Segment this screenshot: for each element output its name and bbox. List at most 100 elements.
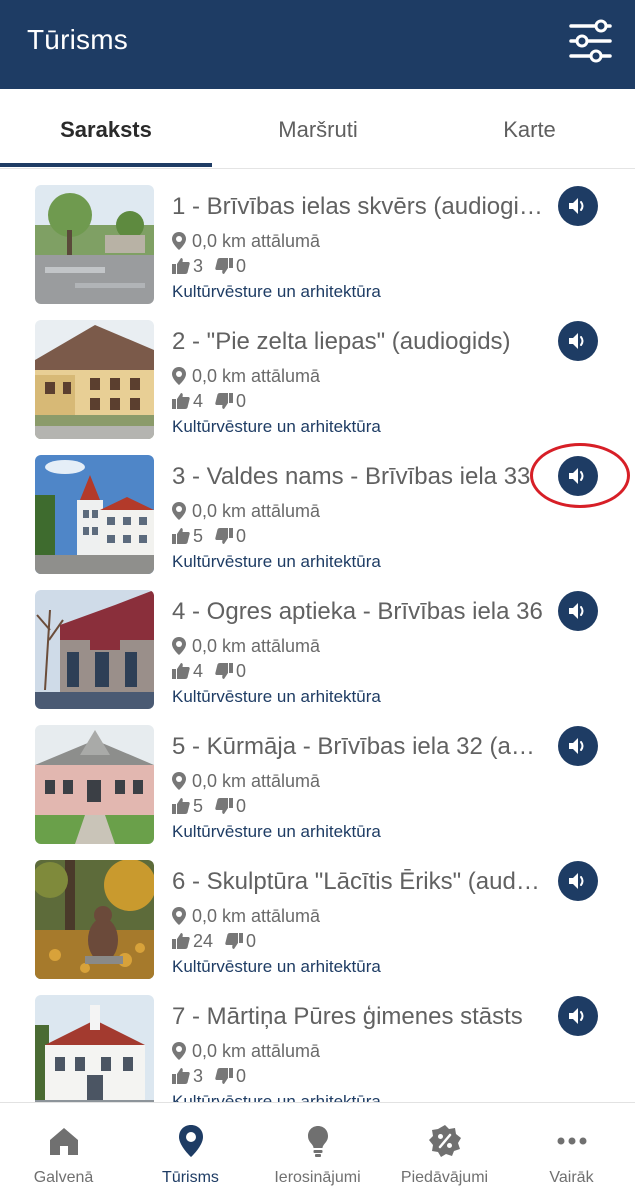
home-icon bbox=[49, 1128, 78, 1155]
item-category: Kultūrvēsture un arhitektūra bbox=[172, 687, 381, 706]
nav-turisms[interactable]: Tūrisms bbox=[127, 1103, 254, 1200]
nav-ierosinajumi[interactable]: Ierosinājumi bbox=[254, 1103, 381, 1200]
filter-button[interactable] bbox=[566, 18, 616, 64]
thumbs-up-icon bbox=[172, 1068, 190, 1084]
bottom-navigation: Galvenā Tūrisms Ierosinājumi Piedāvājumi… bbox=[0, 1102, 635, 1200]
dislikes-count: 0 bbox=[236, 255, 247, 276]
audio-guide-button[interactable] bbox=[558, 456, 598, 496]
speaker-icon bbox=[569, 333, 584, 349]
list-item[interactable]: 5 - Kūrmāja - Brīvības iela 32 (audiogid… bbox=[0, 709, 635, 844]
item-distance: 0,0 km attālumā bbox=[172, 905, 320, 927]
speaker-icon bbox=[569, 603, 584, 619]
list-item[interactable]: 1 - Brīvības ielas skvērs (audiogids) 0,… bbox=[0, 169, 635, 304]
list-item[interactable]: 7 - Mārtiņa Pūres ģimenes stāsts 0,0 km … bbox=[0, 979, 635, 1102]
thumbs-up-icon bbox=[172, 798, 190, 814]
audio-guide-button[interactable] bbox=[558, 996, 598, 1036]
location-pin-icon bbox=[172, 502, 186, 520]
item-category: Kultūrvēsture un arhitektūra bbox=[172, 552, 381, 571]
distance-text: 0,0 km attālumā bbox=[192, 365, 321, 386]
tab-saraksts[interactable]: Saraksts bbox=[0, 117, 212, 143]
nav-galvena[interactable]: Galvenā bbox=[0, 1103, 127, 1200]
distance-text: 0,0 km attālumā bbox=[192, 635, 321, 656]
distance-text: 0,0 km attālumā bbox=[192, 905, 321, 926]
speaker-icon bbox=[569, 873, 584, 889]
location-pin-icon bbox=[172, 232, 186, 250]
likes-count: 3 bbox=[193, 255, 204, 276]
audio-guide-button[interactable] bbox=[558, 186, 598, 226]
item-votes: 5 0 bbox=[172, 525, 246, 547]
item-votes: 4 0 bbox=[172, 660, 246, 682]
list-item[interactable]: 6 - Skulptūra "Lācītis Ēriks" (audiogids… bbox=[0, 844, 635, 979]
audio-guide-button[interactable] bbox=[558, 321, 598, 361]
thumbnail-image bbox=[35, 995, 154, 1102]
tab-marsruti[interactable]: Maršruti bbox=[212, 117, 424, 143]
thumbs-down-icon bbox=[215, 798, 234, 814]
nav-label: Tūrisms bbox=[162, 1169, 219, 1186]
list-item[interactable]: 3 - Valdes nams - Brīvības iela 33 0,0 k… bbox=[0, 439, 635, 574]
item-title[interactable]: 3 - Valdes nams - Brīvības iela 33 bbox=[172, 463, 544, 491]
nav-label: Ierosinājumi bbox=[274, 1169, 361, 1186]
dislikes-count: 0 bbox=[236, 795, 247, 816]
item-votes: 3 0 bbox=[172, 255, 246, 277]
speaker-icon bbox=[569, 738, 584, 754]
thumbs-down-icon bbox=[215, 393, 234, 409]
nav-label: Vairāk bbox=[549, 1169, 594, 1186]
item-title[interactable]: 1 - Brīvības ielas skvērs (audiogids) bbox=[172, 193, 544, 221]
item-distance: 0,0 km attālumā bbox=[172, 1040, 320, 1062]
nav-piedavajumi[interactable]: Piedāvājumi bbox=[381, 1103, 508, 1200]
audio-guide-button[interactable] bbox=[558, 726, 598, 766]
poi-list[interactable]: 1 - Brīvības ielas skvērs (audiogids) 0,… bbox=[0, 169, 635, 1102]
tab-karte[interactable]: Karte bbox=[424, 117, 635, 143]
item-title[interactable]: 5 - Kūrmāja - Brīvības iela 32 (audiogid… bbox=[172, 733, 544, 761]
item-distance: 0,0 km attālumā bbox=[172, 230, 320, 252]
location-pin-icon bbox=[172, 907, 186, 925]
location-pin-icon bbox=[172, 637, 186, 655]
nav-label: Piedāvājumi bbox=[400, 1169, 489, 1186]
list-item[interactable]: 2 - "Pie zelta liepas" (audiogids) 0,0 k… bbox=[0, 304, 635, 439]
thumbnail-image bbox=[35, 455, 154, 574]
more-icon bbox=[557, 1137, 586, 1145]
nav-vairak[interactable]: Vairāk bbox=[508, 1103, 635, 1200]
item-distance: 0,0 km attālumā bbox=[172, 770, 320, 792]
likes-count: 5 bbox=[193, 795, 204, 816]
thumbs-down-icon bbox=[215, 528, 234, 544]
thumbs-up-icon bbox=[172, 933, 190, 949]
thumbs-down-icon bbox=[215, 1068, 234, 1084]
speaker-icon bbox=[569, 468, 584, 484]
thumbs-down-icon bbox=[225, 933, 244, 949]
speaker-icon bbox=[569, 1008, 584, 1024]
audio-guide-button[interactable] bbox=[558, 861, 598, 901]
item-distance: 0,0 km attālumā bbox=[172, 635, 320, 657]
list-item[interactable]: 4 - Ogres aptieka - Brīvības iela 36 0,0… bbox=[0, 574, 635, 709]
item-distance: 0,0 km attālumā bbox=[172, 365, 320, 387]
item-title[interactable]: 2 - "Pie zelta liepas" (audiogids) bbox=[172, 328, 544, 356]
item-category: Kultūrvēsture un arhitektūra bbox=[172, 417, 381, 436]
location-pin-icon bbox=[172, 367, 186, 385]
item-category: Kultūrvēsture un arhitektūra bbox=[172, 957, 381, 976]
audio-guide-button[interactable] bbox=[558, 591, 598, 631]
app-bar: Tūrisms bbox=[0, 0, 635, 89]
likes-count: 4 bbox=[193, 390, 204, 411]
item-votes: 24 0 bbox=[172, 930, 256, 952]
thumbs-down-icon bbox=[215, 663, 234, 679]
nav-label: Galvenā bbox=[33, 1169, 94, 1186]
map-pin-icon bbox=[178, 1125, 203, 1157]
dislikes-count: 0 bbox=[236, 390, 247, 411]
item-title[interactable]: 6 - Skulptūra "Lācītis Ēriks" (audiogids… bbox=[172, 868, 544, 896]
item-title[interactable]: 4 - Ogres aptieka - Brīvības iela 36 bbox=[172, 598, 544, 626]
likes-count: 3 bbox=[193, 1065, 204, 1086]
page-title: Tūrisms bbox=[27, 24, 128, 55]
location-pin-icon bbox=[172, 772, 186, 790]
distance-text: 0,0 km attālumā bbox=[192, 500, 321, 521]
thumbnail-image bbox=[35, 590, 154, 709]
sliders-icon bbox=[569, 19, 612, 63]
speaker-icon bbox=[569, 198, 584, 214]
likes-count: 4 bbox=[193, 660, 204, 681]
dislikes-count: 0 bbox=[236, 1065, 247, 1086]
dislikes-count: 0 bbox=[236, 660, 247, 681]
distance-text: 0,0 km attālumā bbox=[192, 1040, 321, 1061]
thumbs-up-icon bbox=[172, 258, 190, 274]
item-title[interactable]: 7 - Mārtiņa Pūres ģimenes stāsts bbox=[172, 1003, 544, 1031]
likes-count: 5 bbox=[193, 525, 204, 546]
item-distance: 0,0 km attālumā bbox=[172, 500, 320, 522]
